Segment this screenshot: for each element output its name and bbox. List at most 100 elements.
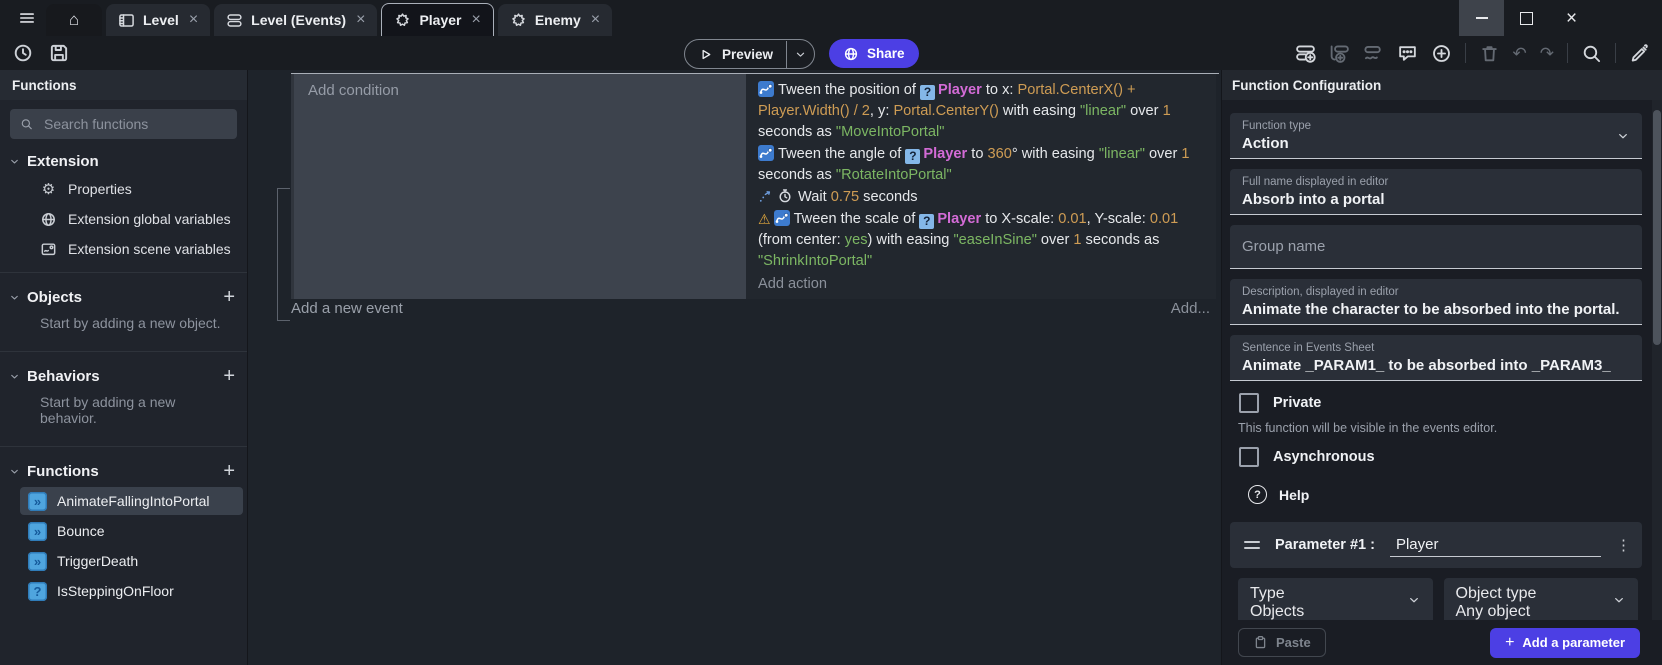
section-extension[interactable]: Extension	[0, 151, 247, 174]
add-new-event-button[interactable]: Add a new event	[291, 300, 403, 317]
action-text: Wait	[798, 189, 831, 205]
divider	[0, 351, 247, 352]
action-text: to x:	[982, 82, 1018, 98]
string-value: "RotateIntoPortal"	[836, 167, 952, 183]
drag-handle-icon[interactable]	[1244, 541, 1260, 549]
undo-icon[interactable]: ↶	[1513, 45, 1527, 62]
event-action[interactable]: Tween the position of ?Player to x: Port…	[758, 80, 1204, 143]
function-item-triggerdeath[interactable]: »TriggerDeath	[20, 547, 243, 575]
event-action[interactable]: Tween the angle of ?Player to 360° with …	[758, 144, 1204, 186]
search-functions-input[interactable]	[42, 115, 227, 133]
main-menu-button[interactable]	[12, 3, 42, 33]
string-value: "linear"	[1080, 103, 1126, 119]
tab-level-events-[interactable]: Level (Events)×	[214, 4, 377, 36]
history-icon[interactable]	[12, 42, 34, 64]
function-item-issteppingonfloor[interactable]: ?IsSteppingOnFloor	[20, 577, 243, 605]
preview-options-button[interactable]	[787, 48, 814, 61]
preview-main[interactable]: Preview	[685, 47, 786, 62]
share-button[interactable]: Share	[829, 39, 919, 68]
event-block[interactable]: Add condition Tween the position of ?Pla…	[291, 73, 1219, 299]
maximize-button[interactable]	[1504, 0, 1549, 36]
group-name-field[interactable]: Group name	[1230, 225, 1642, 269]
full-name-field[interactable]: Full name displayed in editor Absorb int…	[1230, 169, 1642, 215]
tab-level[interactable]: Level ×	[106, 4, 210, 36]
add-circle-icon[interactable]	[1431, 43, 1452, 64]
save-icon[interactable]	[48, 42, 70, 64]
trash-icon[interactable]	[1479, 43, 1500, 64]
add-function-button[interactable]: +	[223, 461, 235, 481]
event-action[interactable]: ⚠Tween the scale of ?Player to X-scale: …	[758, 209, 1204, 272]
add-more-button[interactable]: Add...	[1171, 300, 1210, 317]
object-icon: ?	[920, 85, 935, 100]
add-other-event-icon[interactable]	[1363, 43, 1384, 64]
action-text: with easing	[999, 103, 1080, 119]
add-subevent-icon[interactable]	[1329, 43, 1350, 64]
tab-enemy[interactable]: Enemy×	[498, 4, 612, 36]
object-name: Player	[938, 82, 982, 98]
add-comment-icon[interactable]	[1397, 43, 1418, 64]
tween-icon	[758, 81, 774, 97]
kebab-menu-icon[interactable]: ⋮	[1616, 536, 1631, 554]
function-item-bounce[interactable]: »Bounce	[20, 517, 243, 545]
sidebar-item-extension-global-variables[interactable]: Extension global variables	[0, 204, 247, 234]
asynchronous-checkbox[interactable]	[1239, 447, 1259, 467]
extension-items: ⚙PropertiesExtension global variablesExt…	[0, 174, 247, 264]
private-checkbox[interactable]	[1239, 393, 1259, 413]
preview-button[interactable]: Preview	[684, 39, 815, 69]
section-behaviors[interactable]: Behaviors +	[0, 364, 247, 390]
expression: 0.01	[1058, 211, 1086, 227]
objects-empty-text: Start by adding a new object.	[0, 311, 247, 343]
expression: 0.75	[831, 189, 859, 205]
add-parameter-button[interactable]: + Add a parameter	[1490, 628, 1640, 658]
minimize-button[interactable]	[1459, 0, 1504, 36]
function-type-select[interactable]: Function type Action	[1230, 113, 1642, 159]
close-tab-icon[interactable]: ×	[356, 12, 365, 28]
add-action-button[interactable]: Add action	[758, 274, 1204, 295]
add-event-icon[interactable]	[1295, 43, 1316, 64]
field-label: Full name displayed in editor	[1242, 176, 1630, 188]
paste-button[interactable]: Paste	[1238, 628, 1326, 657]
parameter-name-input[interactable]	[1390, 533, 1601, 557]
section-functions[interactable]: Functions +	[0, 459, 247, 485]
sidebar-item-properties[interactable]: ⚙Properties	[0, 174, 247, 204]
description-field[interactable]: Description, displayed in editor Animate…	[1230, 279, 1642, 325]
redo-icon[interactable]: ↷	[1540, 45, 1554, 62]
close-tab-icon[interactable]: ×	[591, 12, 600, 28]
tab-home[interactable]: ⌂	[46, 4, 102, 36]
sentence-field[interactable]: Sentence in Events Sheet Animate _PARAM1…	[1230, 335, 1642, 381]
function-action-icon: »	[28, 522, 47, 541]
tab-player[interactable]: Player×	[381, 3, 493, 36]
close-button[interactable]: ×	[1549, 0, 1594, 36]
tab-label: Level	[143, 12, 179, 28]
sidebar-item-extension-scene-variables[interactable]: Extension scene variables	[0, 234, 247, 264]
type-select[interactable]: Type Objects	[1238, 578, 1433, 620]
panel-footer: Paste + Add a parameter	[1222, 620, 1662, 665]
action-text: , y:	[870, 103, 894, 119]
close-tab-icon[interactable]: ×	[471, 12, 480, 28]
edit-extension-icon[interactable]	[1629, 43, 1650, 64]
section-objects[interactable]: Objects +	[0, 285, 247, 311]
expression: 360	[988, 146, 1012, 162]
field-value: Objects	[1250, 603, 1421, 620]
field-value: Action	[1242, 135, 1630, 152]
event-action[interactable]: Wait 0.75 seconds	[758, 187, 1204, 208]
private-label: Private	[1273, 395, 1321, 411]
close-icon: ×	[1566, 9, 1577, 28]
object-type-select[interactable]: Object type Any object	[1444, 578, 1639, 620]
search-functions-box[interactable]	[10, 109, 237, 139]
close-tab-icon[interactable]: ×	[189, 12, 198, 28]
help-link[interactable]: ? Help	[1248, 485, 1642, 504]
function-item-animatefallingintoportal[interactable]: »AnimateFallingIntoPortal	[20, 487, 243, 515]
section-label: Objects	[27, 289, 82, 306]
add-object-button[interactable]: +	[223, 287, 235, 307]
expression: Portal.CenterY()	[893, 103, 998, 119]
search-events-icon[interactable]	[1581, 43, 1602, 64]
hamburger-icon	[18, 9, 36, 27]
add-condition-button[interactable]: Add condition	[308, 82, 399, 99]
string-value: "MoveIntoPortal"	[836, 124, 945, 140]
scrollbar-thumb[interactable]	[1653, 110, 1661, 345]
conditions-column[interactable]: Add condition	[291, 74, 746, 299]
add-event-row: Add a new event Add...	[291, 300, 1210, 317]
add-behavior-button[interactable]: +	[223, 366, 235, 386]
function-items: »AnimateFallingIntoPortal»Bounce»Trigger…	[0, 487, 247, 605]
